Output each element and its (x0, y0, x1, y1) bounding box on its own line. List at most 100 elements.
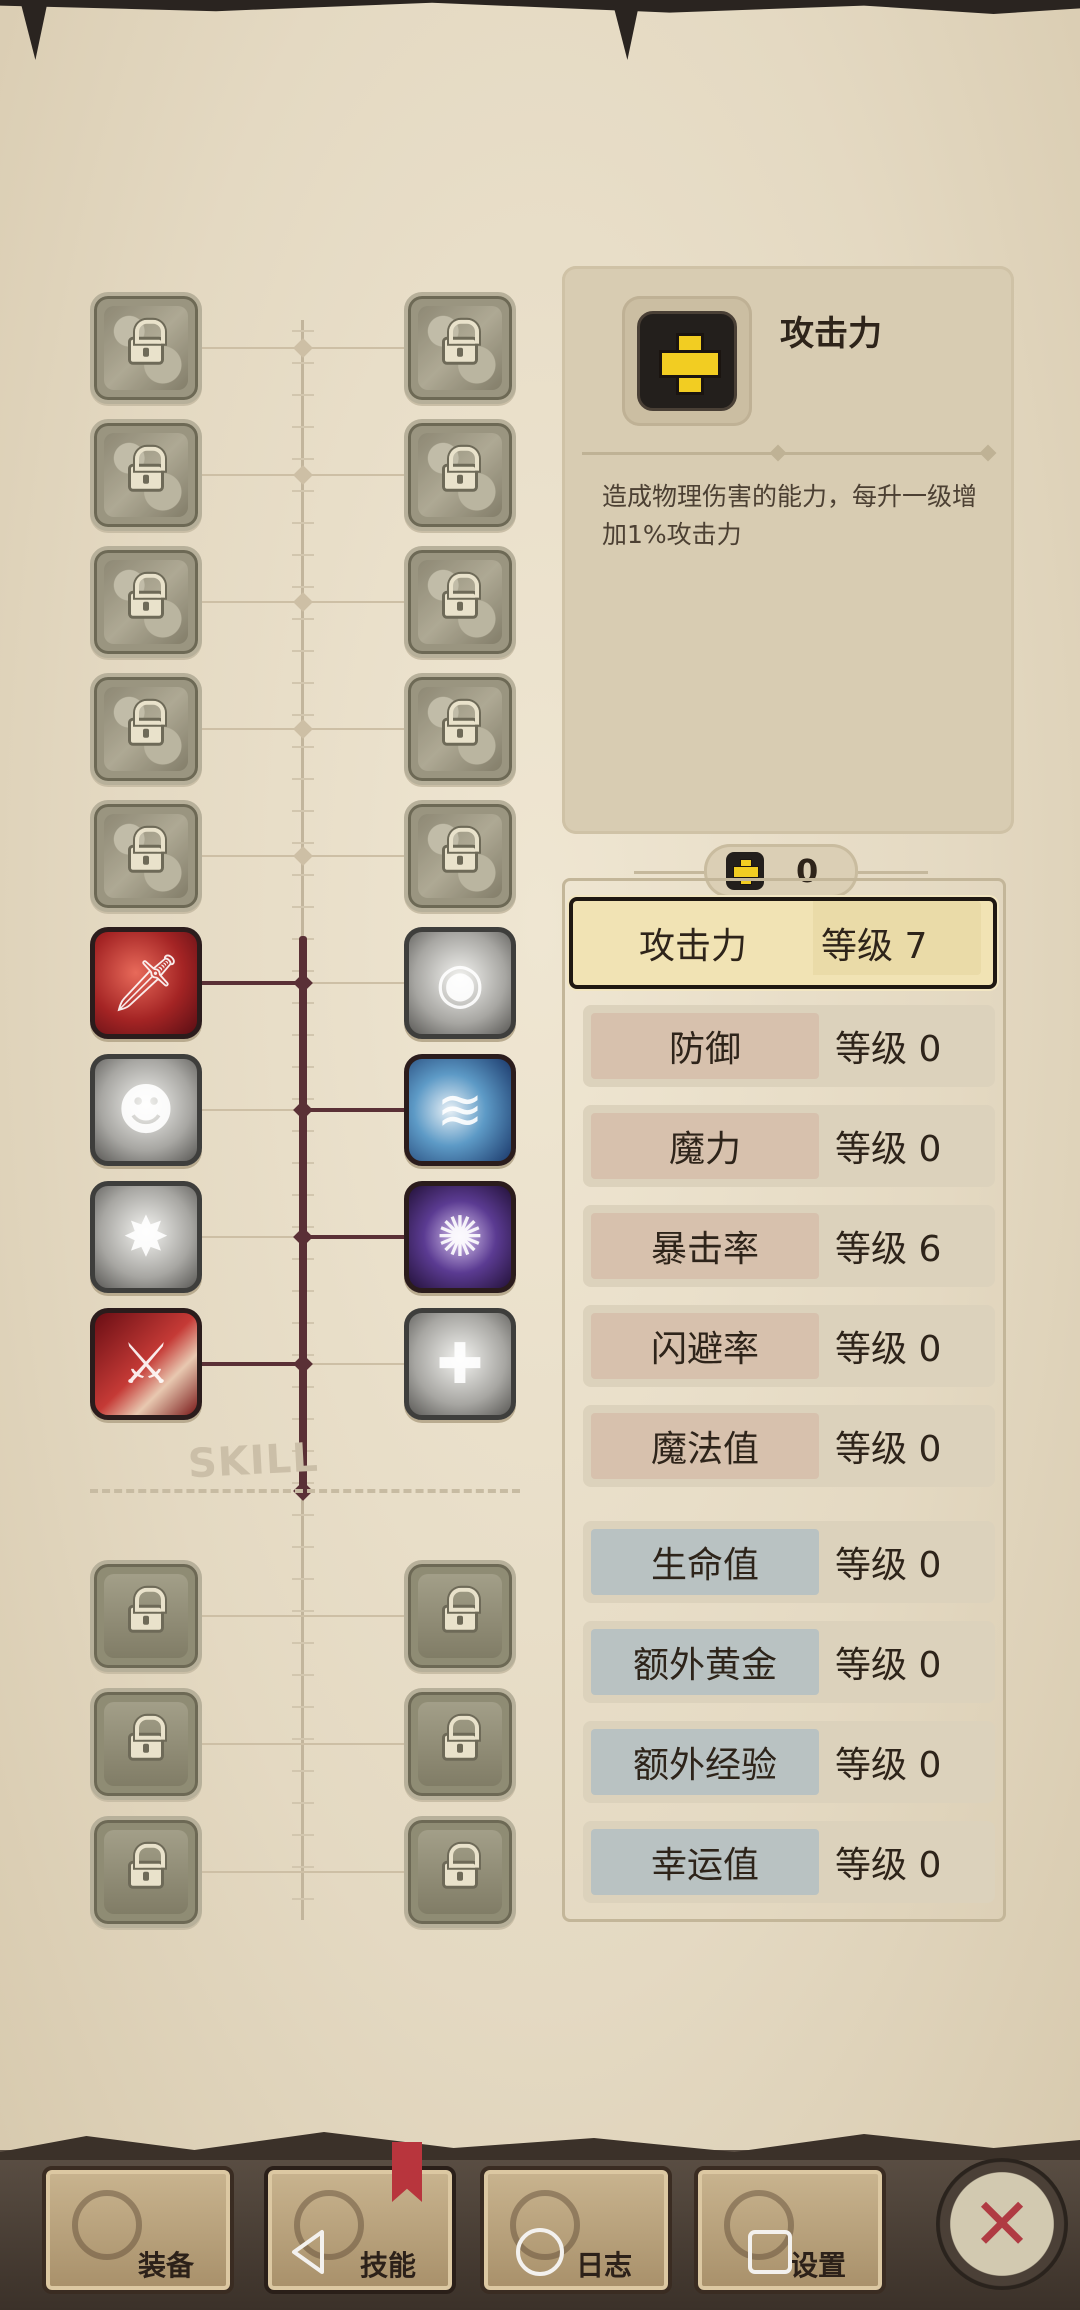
attribute-row[interactable]: 暴击率 等级 6 (583, 1205, 995, 1287)
locked-skill-slot[interactable] (404, 800, 516, 912)
locked-skill-slot[interactable] (404, 673, 516, 785)
attribute-name: 闪避率 (591, 1313, 819, 1379)
tree-link (202, 728, 303, 730)
axis-tick (292, 778, 314, 780)
tree-node (293, 1227, 313, 1247)
axis-tick (292, 1866, 314, 1868)
tree-link (202, 1743, 404, 1745)
locked-skill-slot[interactable] (90, 673, 202, 785)
attribute-row[interactable]: 魔力 等级 0 (583, 1105, 995, 1187)
recent-apps-nav-icon[interactable] (742, 2224, 798, 2280)
axis-tick (292, 810, 314, 812)
spirit-skill-icon: ✚ (436, 1331, 484, 1397)
tree-link (202, 474, 303, 476)
axis-tick (292, 618, 314, 620)
close-icon: ✕ (971, 2182, 1033, 2266)
tab-log[interactable]: 日志 (480, 2166, 672, 2294)
attribute-row[interactable]: 额外经验 等级 0 (583, 1721, 995, 1803)
active-bookmark-icon (392, 2142, 422, 2202)
tab-equipment-label: 装备 (138, 2249, 195, 2282)
axis-tick (292, 362, 314, 364)
locked-skill-slot[interactable] (90, 1560, 202, 1672)
locked-skill-slot[interactable] (404, 1560, 516, 1672)
tree-node (293, 1354, 313, 1374)
attribute-level: 等级 0 (835, 1645, 942, 1686)
axis-tick (292, 1706, 314, 1708)
locked-skill-slot[interactable] (404, 1688, 516, 1800)
attribute-row[interactable]: 额外黄金 等级 0 (583, 1621, 995, 1703)
attribute-row[interactable]: 魔法值 等级 0 (583, 1405, 995, 1487)
detail-title: 攻击力 (780, 314, 882, 354)
tree-node (293, 719, 313, 739)
spirit-skill-slot[interactable]: ✚ (404, 1308, 516, 1420)
lock-icon (128, 827, 165, 873)
sword-skill-slot[interactable]: 🗡 (90, 927, 202, 1039)
skill-divider-label: SKILL (186, 1434, 320, 1488)
axis-tick (292, 1770, 314, 1772)
attribute-list: 攻击力 等级 7 防御 等级 0 魔力 等级 0 暴击率 等级 6 闪避率 等级 0 魔法值 等级 0… (562, 878, 1006, 1922)
vortex-skill-slot[interactable]: ✺ (404, 1181, 516, 1293)
attribute-level: 等级 0 (835, 1029, 942, 1070)
eye-skill-slot[interactable]: ◉ (404, 927, 516, 1039)
attribute-row[interactable]: 闪避率 等级 0 (583, 1305, 995, 1387)
tree-node (293, 1100, 313, 1120)
tree-link (202, 1871, 404, 1873)
back-nav-icon[interactable] (282, 2224, 338, 2280)
blade-skill-icon: ⚔ (120, 1331, 172, 1397)
tree-node (293, 465, 313, 485)
tree-node (293, 973, 313, 993)
axis-tick (292, 1674, 314, 1676)
vortex-skill-icon: ✺ (436, 1204, 484, 1270)
locked-skill-slot[interactable] (404, 292, 516, 404)
locked-skill-slot[interactable] (90, 419, 202, 531)
detail-description: 造成物理伤害的能力，每升一级增加1%攻击力 (602, 482, 978, 549)
skill-detail-panel: 攻击力 造成物理伤害的能力，每升一级增加1%攻击力 (562, 266, 1014, 834)
tab-equipment[interactable]: 装备 (42, 2166, 234, 2294)
badge-wing-right (858, 871, 928, 874)
blade-skill-slot[interactable]: ⚔ (90, 1308, 202, 1420)
axis-tick (292, 714, 314, 716)
active-skill-line (299, 936, 307, 1490)
attribute-name: 额外黄金 (591, 1629, 819, 1695)
locked-skill-slot[interactable] (90, 1688, 202, 1800)
close-button[interactable]: ✕ (936, 2158, 1068, 2290)
equipment-icon (72, 2190, 142, 2260)
tree-link (202, 981, 303, 985)
home-nav-icon[interactable] (512, 2224, 568, 2280)
locked-skill-slot[interactable] (404, 1816, 516, 1928)
ghost-skill-slot[interactable]: ☻ (90, 1054, 202, 1166)
tree-link (303, 1108, 404, 1112)
beast-skill-slot[interactable]: ✸ (90, 1181, 202, 1293)
attribute-row[interactable]: 攻击力 等级 7 (569, 897, 997, 989)
lock-icon (442, 700, 479, 746)
locked-skill-slot[interactable] (404, 419, 516, 531)
axis-tick (292, 874, 314, 876)
locked-skill-slot[interactable] (90, 292, 202, 404)
attribute-name: 幸运值 (591, 1829, 819, 1895)
lock-icon (442, 573, 479, 619)
lock-icon (442, 446, 479, 492)
lock-icon (128, 446, 165, 492)
locked-skill-slot[interactable] (90, 800, 202, 912)
attribute-row[interactable]: 幸运值 等级 0 (583, 1821, 995, 1903)
locked-skill-slot[interactable] (90, 546, 202, 658)
attribute-row[interactable]: 生命值 等级 0 (583, 1521, 995, 1603)
tree-node (293, 592, 313, 612)
attribute-row[interactable]: 防御 等级 0 (583, 1005, 995, 1087)
tree-link (202, 1236, 303, 1238)
wind-slash-skill-slot[interactable]: ≋ (404, 1054, 516, 1166)
locked-skill-slot[interactable] (404, 546, 516, 658)
axis-tick (292, 394, 314, 396)
sword-skill-icon: 🗡 (110, 951, 182, 1016)
attribute-level: 等级 0 (835, 1745, 942, 1786)
lock-icon (442, 319, 479, 365)
attribute-level: 等级 7 (821, 926, 928, 967)
tree-link (303, 474, 404, 476)
beast-skill-icon: ✸ (122, 1204, 170, 1270)
skill-divider (90, 1489, 520, 1493)
tree-node (293, 338, 313, 358)
lock-icon (442, 1843, 479, 1889)
axis-tick (292, 1610, 314, 1612)
attribute-name: 魔法值 (591, 1413, 819, 1479)
locked-skill-slot[interactable] (90, 1816, 202, 1928)
